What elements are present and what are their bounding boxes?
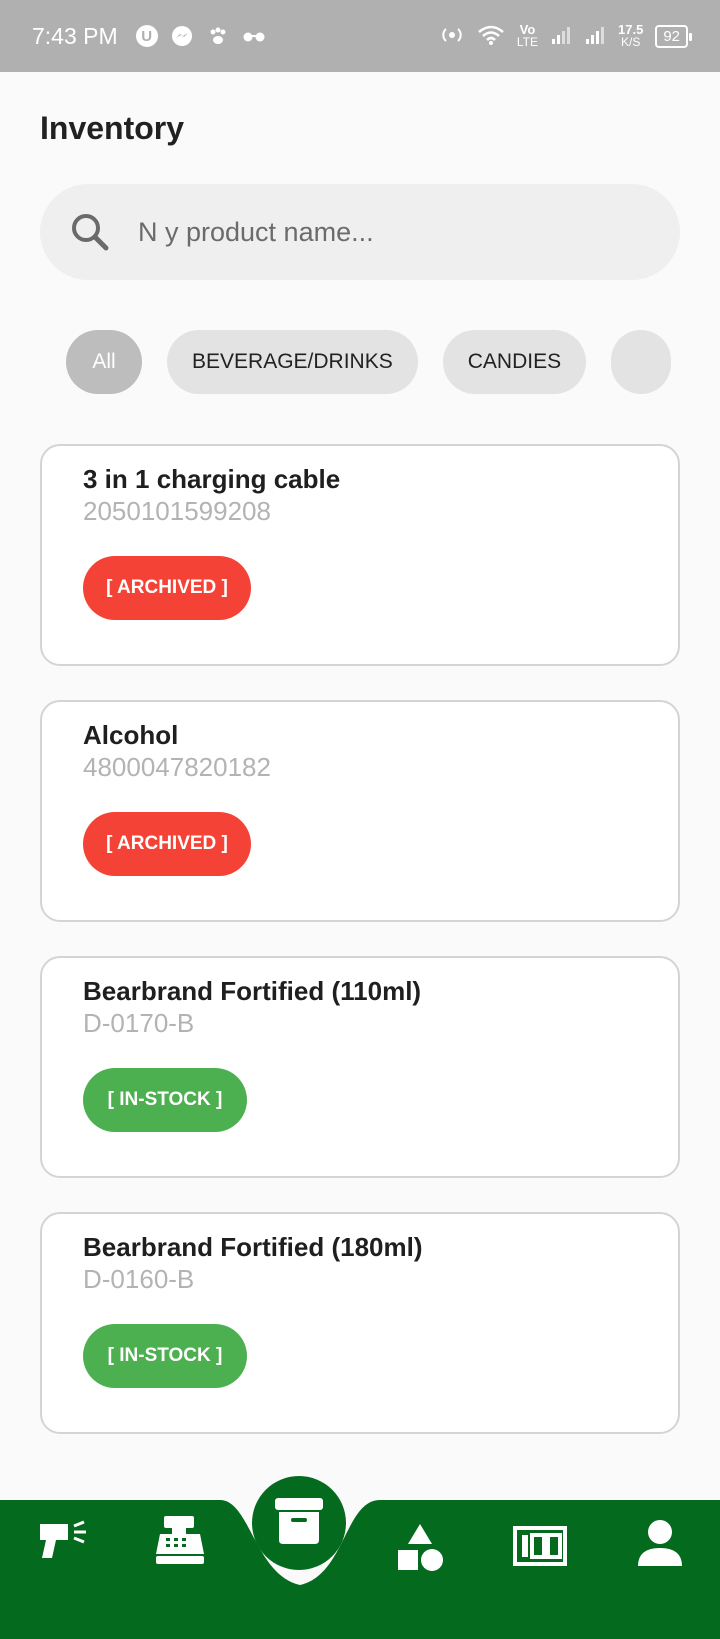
- stock-counter-icon: [512, 1522, 568, 1575]
- status-badge: [ IN-STOCK ]: [83, 1068, 247, 1132]
- nav-inventory-active[interactable]: [252, 1476, 346, 1570]
- categories-shapes-icon: [392, 1520, 448, 1581]
- product-card[interactable]: 3 in 1 charging cable 2050101599208 [ AR…: [40, 444, 680, 666]
- chip-more[interactable]: [611, 330, 672, 394]
- status-bar: 7:43 PM U Vo LTE 17.5 K/S 92: [0, 0, 720, 72]
- battery-indicator: 92: [655, 24, 692, 48]
- paw-icon: [206, 24, 230, 48]
- product-name: Bearbrand Fortified (180ml): [83, 1232, 423, 1262]
- search-bar[interactable]: [40, 184, 680, 280]
- search-input[interactable]: [136, 215, 620, 249]
- nav-scanner[interactable]: [32, 1512, 92, 1572]
- product-code: D-0170-B: [83, 1008, 195, 1038]
- product-code: 4800047820182: [83, 752, 271, 782]
- product-name: Bearbrand Fortified (110ml): [83, 976, 422, 1006]
- product-code: 2050101599208: [83, 496, 271, 526]
- product-card[interactable]: Alcohol 4800047820182 [ ARCHIVED ]: [40, 700, 680, 922]
- u-app-icon: U: [135, 25, 158, 47]
- status-badge: [ ARCHIVED ]: [83, 556, 251, 620]
- barcode-scanner-icon: [34, 1512, 90, 1573]
- signal-icon-1: [550, 25, 572, 48]
- category-filter-bar: All BEVERAGE/DRINKS CANDIES: [40, 330, 680, 394]
- product-name: Alcohol: [83, 720, 179, 750]
- status-time: 7:43 PM: [32, 22, 118, 49]
- network-speed: 17.5 K/S: [618, 22, 644, 49]
- chip-beverage-drinks[interactable]: BEVERAGE/DRINKS: [167, 330, 418, 394]
- search-icon: [68, 210, 112, 254]
- nav-stock-counter[interactable]: [510, 1518, 570, 1578]
- bottom-navigation-bar: [0, 1500, 720, 1639]
- signal-icon-2: [584, 25, 606, 48]
- nav-categories[interactable]: [390, 1520, 450, 1580]
- product-card[interactable]: Bearbrand Fortified (110ml) D-0170-B [ I…: [40, 956, 680, 1178]
- product-name: 3 in 1 charging cable: [83, 464, 341, 494]
- chip-all[interactable]: All: [66, 330, 142, 394]
- cash-register-icon: [152, 1512, 208, 1573]
- product-code: D-0160-B: [83, 1264, 195, 1294]
- inventory-box-icon: [273, 1496, 325, 1551]
- nav-register[interactable]: [150, 1512, 210, 1572]
- hotspot-icon: [439, 25, 465, 48]
- volte-indicator: Vo LTE: [516, 22, 538, 49]
- page-title: Inventory: [40, 110, 185, 146]
- messenger-icon: [170, 24, 194, 48]
- account-icon: [634, 1518, 686, 1575]
- product-card[interactable]: Bearbrand Fortified (180ml) D-0160-B [ I…: [40, 1212, 680, 1434]
- status-badge: [ ARCHIVED ]: [83, 812, 251, 876]
- wifi-icon: [477, 24, 505, 49]
- status-badge: [ IN-STOCK ]: [83, 1324, 247, 1388]
- incognito-glasses-icon: [242, 24, 266, 48]
- nav-account[interactable]: [630, 1516, 690, 1576]
- chip-candies[interactable]: CANDIES: [442, 330, 587, 394]
